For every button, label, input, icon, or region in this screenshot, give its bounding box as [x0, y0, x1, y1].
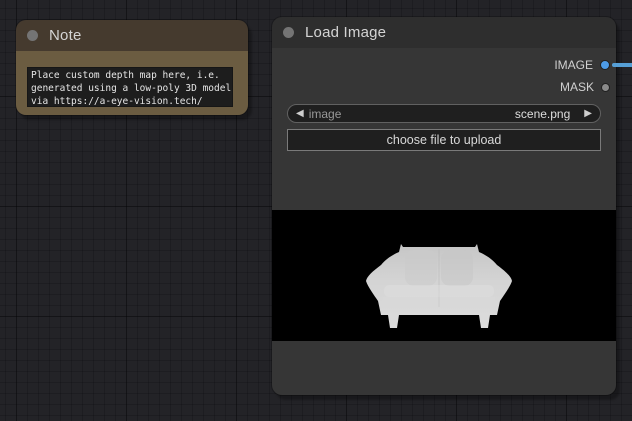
- output-slots: IMAGE MASK: [272, 48, 616, 98]
- combo-prev-arrow-icon[interactable]: ◀: [296, 108, 304, 119]
- collapse-dot-icon[interactable]: [283, 27, 294, 38]
- node-graph-canvas[interactable]: Note Place custom depth map here, i.e. g…: [0, 0, 632, 421]
- image-link-wire: [612, 63, 632, 67]
- note-node-header[interactable]: Note: [16, 20, 248, 51]
- mask-output-slot-icon[interactable]: [601, 82, 610, 92]
- output-row-mask: MASK: [272, 76, 616, 98]
- mask-output-label: MASK: [559, 80, 594, 94]
- note-node-body: Place custom depth map here, i.e. genera…: [16, 51, 248, 115]
- image-combo-widget[interactable]: ◀ image scene.png ▶: [287, 104, 601, 123]
- collapse-dot-icon[interactable]: [27, 30, 38, 41]
- load-image-node-body: IMAGE MASK ◀ image scene.png ▶ choose fi…: [272, 48, 616, 395]
- note-node-title: Note: [49, 27, 82, 44]
- choose-file-button[interactable]: choose file to upload: [287, 129, 601, 151]
- node-footer: [272, 341, 616, 395]
- load-image-node[interactable]: Load Image IMAGE MASK ◀ image scene.png …: [271, 16, 617, 396]
- combo-widget-name: image: [308, 106, 342, 121]
- load-image-node-header[interactable]: Load Image: [272, 17, 616, 48]
- combo-next-arrow-icon[interactable]: ▶: [584, 108, 592, 119]
- combo-selected-value[interactable]: scene.png: [515, 107, 570, 121]
- image-output-label: IMAGE: [554, 58, 593, 72]
- note-text-area[interactable]: Place custom depth map here, i.e. genera…: [27, 67, 233, 107]
- note-node[interactable]: Note Place custom depth map here, i.e. g…: [15, 19, 249, 116]
- load-image-node-title: Load Image: [305, 24, 387, 41]
- image-output-slot-icon[interactable]: [600, 60, 610, 70]
- depth-map-sofa-image: [366, 244, 512, 328]
- output-row-image: IMAGE: [272, 54, 616, 76]
- image-preview: [272, 210, 616, 341]
